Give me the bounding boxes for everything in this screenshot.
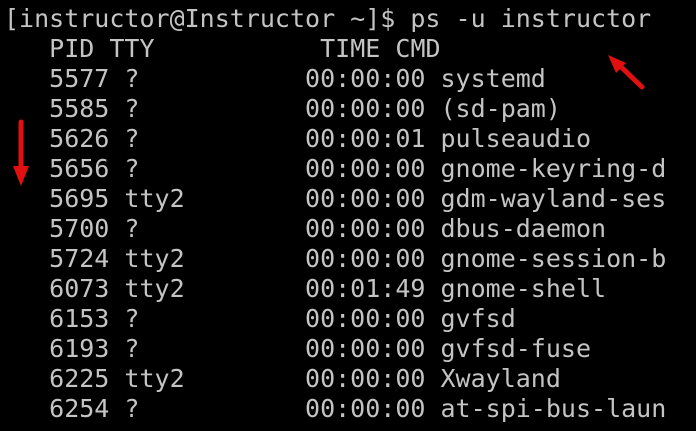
red-arrow-pointing-down-icon bbox=[13, 119, 29, 186]
annotation-overlay bbox=[13, 55, 645, 186]
red-arrow-pointing-to-command-icon bbox=[608, 55, 645, 90]
terminal-window[interactable]: [instructor@Instructor ~]$ ps -u instruc… bbox=[0, 0, 696, 431]
